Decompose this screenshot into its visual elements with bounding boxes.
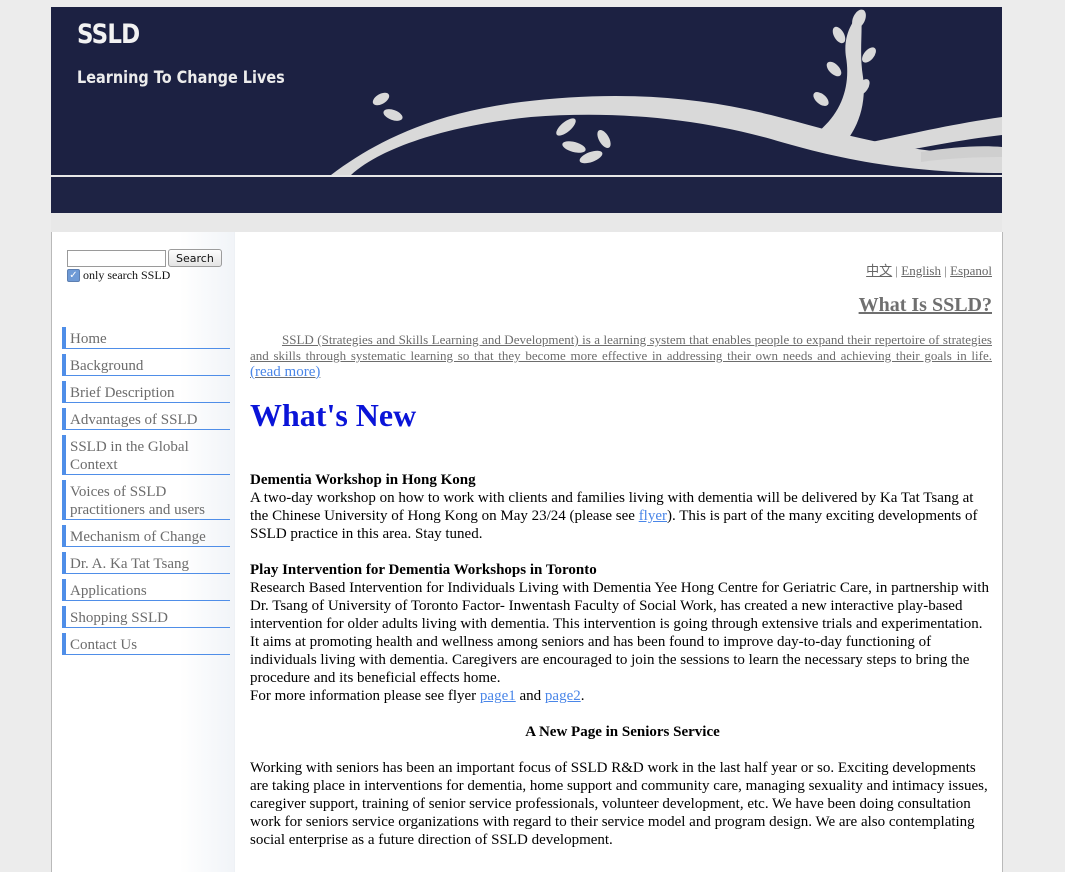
site-title: SSLD (77, 19, 140, 50)
news-item: Play Intervention for Dementia Workshops… (250, 561, 995, 705)
sidebar-item-applications[interactable]: Applications (62, 579, 230, 601)
news-more-info: For more information please see flyer pa… (250, 687, 995, 705)
sidebar-item-voices[interactable]: Voices of SSLD practitioners and users (62, 480, 230, 520)
read-more-link[interactable]: (read more) (250, 364, 320, 380)
branch-illustration (331, 9, 1002, 175)
page1-link[interactable]: page1 (480, 688, 516, 704)
news-body: Research Based Intervention for Individu… (250, 580, 989, 686)
what-is-ssld-heading[interactable]: What Is SSLD? (859, 294, 992, 317)
sidebar-item-brief-description[interactable]: Brief Description (62, 381, 230, 403)
lang-english-link[interactable]: English (901, 263, 941, 278)
page-content: Search ✓ only search SSLD Home Backgroun… (51, 232, 1003, 872)
top-nav-bar (51, 177, 1002, 213)
sidebar: Search ✓ only search SSLD Home Backgroun… (53, 232, 235, 872)
page2-link[interactable]: page2 (545, 688, 581, 704)
only-search-checkbox[interactable]: ✓ (67, 269, 80, 282)
sidebar-item-home[interactable]: Home (62, 327, 230, 349)
news-list: Dementia Workshop in Hong Kong A two-day… (250, 471, 995, 849)
news-item: A New Page in Seniors Service Working wi… (250, 723, 995, 849)
search-button[interactable]: Search (168, 249, 222, 268)
lang-separator: | (944, 263, 947, 278)
sidebar-item-global-context[interactable]: SSLD in the Global Context (62, 435, 230, 475)
header-gap (51, 213, 1002, 232)
news-title: Dementia Workshop in Hong Kong (250, 472, 476, 488)
news-text: For more information please see flyer (250, 688, 480, 704)
sidebar-item-dr-tsang[interactable]: Dr. A. Ka Tat Tsang (62, 552, 230, 574)
news-title: A New Page in Seniors Service (525, 724, 720, 740)
search-input[interactable] (67, 249, 166, 267)
site-header: SSLD Learning To Change Lives (51, 7, 1002, 175)
sidebar-nav: Home Background Brief Description Advant… (62, 327, 230, 660)
news-title: Play Intervention for Dementia Workshops… (250, 562, 597, 578)
news-body: A two-day workshop on how to work with c… (250, 489, 995, 543)
news-text: . (580, 688, 585, 704)
lang-spanish-link[interactable]: Espanol (950, 263, 992, 278)
news-body: Working with seniors has been an importa… (250, 760, 988, 848)
only-search-option: ✓ only search SSLD (67, 268, 170, 283)
ssld-intro: SSLD (Strategies and Skills Learning and… (250, 332, 992, 380)
sidebar-item-background[interactable]: Background (62, 354, 230, 376)
lang-separator: | (895, 263, 899, 278)
sidebar-item-mechanism[interactable]: Mechanism of Change (62, 525, 230, 547)
only-search-label: only search SSLD (83, 268, 171, 282)
sidebar-item-contact[interactable]: Contact Us (62, 633, 230, 655)
search-form: Search (67, 249, 222, 268)
sidebar-item-shopping[interactable]: Shopping SSLD (62, 606, 230, 628)
news-text: and (515, 688, 545, 704)
lang-chinese-link[interactable]: 中文 (866, 263, 892, 278)
site-tagline: Learning To Change Lives (77, 68, 285, 88)
flyer-link[interactable]: flyer (639, 508, 667, 524)
whats-new-heading: What's New (250, 397, 417, 433)
news-item: Dementia Workshop in Hong Kong A two-day… (250, 471, 995, 543)
language-switcher: 中文 | English | Espanol (866, 260, 992, 279)
ssld-intro-text[interactable]: SSLD (Strategies and Skills Learning and… (250, 332, 992, 363)
sidebar-item-advantages[interactable]: Advantages of SSLD (62, 408, 230, 430)
